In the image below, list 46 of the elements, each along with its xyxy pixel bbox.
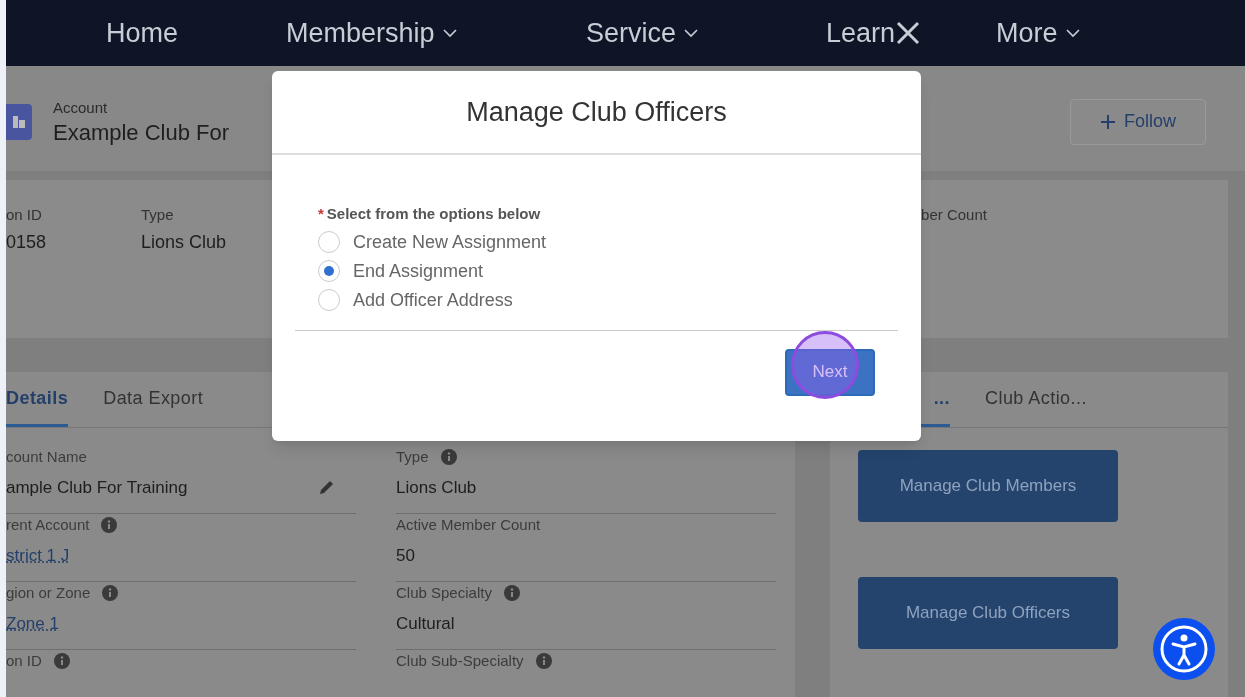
nav-link[interactable]: Learn	[826, 12, 996, 54]
plus-icon	[1100, 113, 1116, 130]
tab[interactable]: Data Export	[103, 385, 204, 427]
chevron-down-icon	[442, 28, 457, 38]
field-label: Active Member Count	[396, 515, 541, 535]
field-label: on ID	[6, 205, 42, 225]
field-label: count Name	[6, 447, 87, 467]
field-label: Type	[396, 447, 429, 467]
radio-option[interactable]: End Assignment	[318, 256, 875, 286]
field-value: Cultural	[396, 612, 455, 635]
field-value: ample Club For Training	[6, 476, 188, 499]
tab[interactable]: Club Actio...	[985, 385, 1087, 427]
tab[interactable]: Details	[6, 385, 69, 427]
field-label: rent Account	[6, 515, 90, 535]
nav-link[interactable]: Service	[586, 12, 826, 54]
field-value: Lions Club	[396, 476, 477, 499]
accessibility-icon	[1159, 624, 1209, 674]
action-button[interactable]: Manage Club Members	[858, 450, 1118, 522]
nav-link[interactable]: Home	[106, 12, 286, 54]
action-button[interactable]: Manage Club Officers	[858, 577, 1118, 649]
field-link[interactable]: strict 1 J	[6, 542, 70, 568]
field-value: 50	[396, 544, 415, 567]
field-value: Lions Club	[141, 230, 227, 254]
question-label: * Select from the options below	[318, 204, 542, 224]
field-label: Club Sub-Specialty	[396, 651, 524, 671]
chevron-down-icon	[684, 28, 699, 38]
radio-option[interactable]: Add Officer Address	[318, 285, 875, 315]
next-button[interactable]: Next	[785, 348, 875, 396]
field-label: Type	[141, 205, 174, 225]
account-icon	[6, 103, 32, 140]
field-label: on ID	[6, 651, 42, 671]
close-icon	[895, 20, 922, 46]
nav-link[interactable]: More	[996, 12, 1146, 54]
follow-button[interactable]: Follow	[1070, 98, 1206, 145]
chevron-down-icon	[1065, 28, 1080, 38]
modal-title: Manage Club Officers	[466, 95, 727, 129]
object-type-label: Account	[53, 97, 109, 118]
pencil-icon	[318, 478, 336, 497]
field-label: Club Specialty	[396, 583, 492, 603]
field-link[interactable]: Zone 1	[6, 610, 59, 636]
record-title: Example Club For	[53, 119, 230, 147]
field-label: ber Count	[921, 205, 987, 225]
radio-option[interactable]: Create New Assignment	[318, 227, 875, 257]
field-label: gion or Zone	[6, 583, 91, 603]
nav-link[interactable]: Membership	[286, 12, 586, 54]
field-value: 0158	[6, 230, 47, 254]
